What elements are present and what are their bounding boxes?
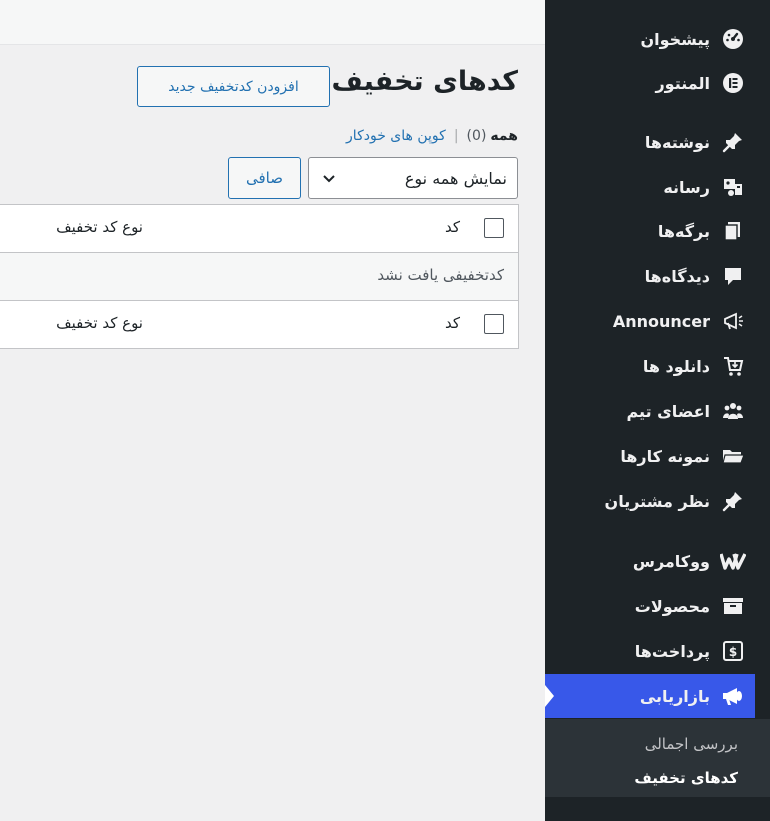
sidebar-item-products[interactable]: محصولات — [545, 584, 770, 628]
elementor-icon — [720, 70, 746, 96]
table-header-row: کد نوع کد تخفیف — [0, 205, 518, 253]
coupon-type-select-value: نمایش همه نوع — [404, 168, 507, 188]
sidebar-item-label: پرداخت‌ها — [634, 641, 710, 661]
sidebar-item-label: نمونه کارها — [620, 446, 710, 466]
top-strip — [0, 0, 545, 45]
sidebar-item-woocommerce[interactable]: ووکامرس — [545, 539, 770, 583]
view-all-link[interactable]: همه — [490, 128, 518, 144]
pin-icon — [720, 129, 746, 155]
sidebar-item-team[interactable]: اعضای تیم — [545, 389, 770, 433]
sidebar-item-testimonials[interactable]: نظر مشتریان — [545, 479, 770, 523]
coupon-type-select[interactable]: نمایش همه نوع — [308, 157, 518, 199]
view-all-count: (0) — [466, 128, 487, 144]
marketing-submenu: بررسی اجمالی کدهای تخفیف — [545, 719, 770, 797]
select-all-checkbox-footer[interactable] — [484, 314, 504, 334]
sidebar-item-posts[interactable]: نوشته‌ها — [545, 120, 770, 164]
sidebar-item-label: پیشخوان — [640, 29, 710, 49]
sidebar-item-label: المنتور — [655, 73, 710, 93]
sidebar-item-label: بازاریابی — [639, 686, 710, 706]
sidebar-item-announcer[interactable]: Announcer — [545, 299, 770, 343]
admin-sidebar: پیشخوان المنتور نوشته‌ها رسانه برگه‌ها د… — [545, 0, 770, 821]
sidebar-item-dashboard[interactable]: پیشخوان — [545, 17, 770, 61]
column-header-type[interactable]: نوع کد تخفیف — [56, 218, 143, 236]
sidebar-item-media[interactable]: رسانه — [545, 165, 770, 209]
sidebar-item-label: رسانه — [663, 177, 710, 197]
coupons-table: کد نوع کد تخفیف کدتخفیفی یافت نشد کد نوع… — [0, 204, 519, 349]
page-title: کدهای تخفیف — [331, 66, 518, 97]
team-icon — [720, 398, 746, 424]
filter-button[interactable]: صافی — [228, 157, 301, 199]
sidebar-item-label: ووکامرس — [632, 551, 710, 571]
svg-text:$: $ — [729, 645, 737, 659]
comments-icon — [720, 263, 746, 289]
woocommerce-icon — [720, 548, 746, 574]
portfolio-folder-icon — [720, 443, 746, 469]
table-empty-row: کدتخفیفی یافت نشد — [0, 253, 518, 300]
pin-icon — [720, 488, 746, 514]
marketing-megaphone-icon — [720, 683, 746, 709]
sidebar-item-label: محصولات — [634, 596, 710, 616]
sidebar-item-elementor[interactable]: المنتور — [545, 61, 770, 105]
pages-icon — [720, 218, 746, 244]
sidebar-item-label: دیدگاه‌ها — [644, 266, 710, 286]
sidebar-item-label: اعضای تیم — [626, 401, 710, 421]
view-filters: همه (0) | کوپن های خودکار — [346, 128, 518, 144]
products-box-icon — [720, 593, 746, 619]
submenu-item-overview[interactable]: بررسی اجمالی — [645, 735, 738, 753]
column-footer-code[interactable]: کد — [445, 314, 460, 332]
sidebar-item-comments[interactable]: دیدگاه‌ها — [545, 254, 770, 298]
sidebar-item-label: Announcer — [612, 311, 710, 331]
chevron-down-icon — [321, 170, 337, 190]
sidebar-item-label: نوشته‌ها — [644, 132, 710, 152]
active-menu-arrow — [545, 685, 554, 707]
view-auto-coupons-link[interactable]: کوپن های خودکار — [346, 128, 446, 144]
megaphone-icon — [720, 308, 746, 334]
dashboard-icon — [720, 26, 746, 52]
sidebar-item-portfolio[interactable]: نمونه کارها — [545, 434, 770, 478]
table-footer-row: کد نوع کد تخفیف — [0, 300, 518, 348]
sidebar-item-downloads[interactable]: دانلود ها — [545, 344, 770, 388]
sidebar-item-label: برگه‌ها — [657, 221, 710, 241]
payments-icon: $ — [720, 638, 746, 664]
sidebar-item-label: دانلود ها — [642, 356, 710, 376]
download-cart-icon — [720, 353, 746, 379]
view-separator: | — [453, 128, 459, 144]
column-footer-type[interactable]: نوع کد تخفیف — [56, 314, 143, 332]
empty-message: کدتخفیفی یافت نشد — [377, 266, 504, 284]
column-header-code[interactable]: کد — [445, 218, 460, 236]
sidebar-item-marketing[interactable]: بازاریابی — [545, 674, 755, 718]
sidebar-item-label: نظر مشتریان — [604, 491, 710, 511]
media-icon — [720, 174, 746, 200]
add-coupon-button[interactable]: افزودن کدتخفیف جدید — [137, 66, 330, 107]
select-all-checkbox[interactable] — [484, 218, 504, 238]
sidebar-item-payments[interactable]: $ پرداخت‌ها — [545, 629, 770, 673]
submenu-item-coupons[interactable]: کدهای تخفیف — [634, 769, 738, 787]
sidebar-item-pages[interactable]: برگه‌ها — [545, 209, 770, 253]
